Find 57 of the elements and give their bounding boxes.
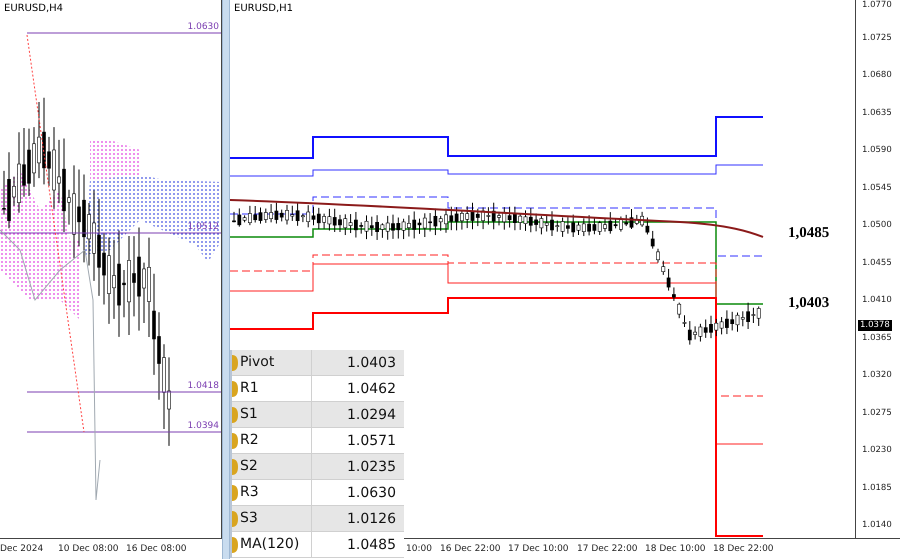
price-label: 1.0770 xyxy=(862,0,892,10)
price-label: 1.0635 xyxy=(862,108,892,118)
level-name: R2 xyxy=(238,428,312,453)
level-label: 1.0394 xyxy=(188,421,219,431)
price-annotation: 1,0403 xyxy=(788,295,830,312)
price-label: 1.0590 xyxy=(862,145,892,155)
marker-icon xyxy=(232,536,238,554)
level-name: S3 xyxy=(238,506,312,531)
level-value: 1.0235 xyxy=(346,458,397,474)
price-label: 1.0545 xyxy=(862,182,892,192)
level-name: MA(120) xyxy=(238,532,312,557)
marker-icon xyxy=(232,380,238,398)
time-label: 16 Dec 08:00 xyxy=(126,543,188,556)
level-name: Pivot xyxy=(238,350,312,375)
time-label: 17 Dec 22:00 xyxy=(577,543,639,556)
time-label: 10:00 xyxy=(406,543,433,556)
price-label: 1.0680 xyxy=(862,70,892,80)
level-name: R1 xyxy=(238,376,312,401)
level-name: S2 xyxy=(238,454,312,479)
price-label: 1.0230 xyxy=(862,445,892,455)
marker-icon xyxy=(232,458,238,476)
price-label: 1.0185 xyxy=(862,482,892,492)
price-label: 1.0140 xyxy=(862,520,892,530)
price-label: 1.0725 xyxy=(862,32,892,42)
time-label: 18 Dec 10:00 xyxy=(645,543,707,556)
level-value: 1.0126 xyxy=(346,510,397,526)
time-label: 16 Dec 22:00 xyxy=(440,543,502,556)
marker-icon xyxy=(232,406,238,424)
level-value: 1.0485 xyxy=(346,536,397,552)
time-label: Dec 2024 xyxy=(0,543,44,556)
price-label: 1.0410 xyxy=(862,295,892,305)
price-label: 1.0275 xyxy=(862,408,892,418)
level-label: 1.0418 xyxy=(188,381,219,391)
marker-icon xyxy=(232,354,238,372)
level-label: 1.0512 xyxy=(188,222,219,232)
price-label: 1.0365 xyxy=(862,332,892,342)
time-label: 18 Dec 22:00 xyxy=(713,543,775,556)
level-value: 1.0462 xyxy=(346,380,397,396)
time-label: 17 Dec 10:00 xyxy=(508,543,570,556)
level-name: R3 xyxy=(238,480,312,505)
price-label: 1.0500 xyxy=(862,220,892,230)
level-value: 1.0571 xyxy=(346,432,397,448)
current-price-tag: 1.0378 xyxy=(858,320,892,331)
chart-title: EURUSD,H1 xyxy=(234,3,294,14)
marker-icon xyxy=(232,432,238,450)
level-name: S1 xyxy=(238,402,312,427)
level-value: 1.0294 xyxy=(346,406,397,422)
price-label: 1.0320 xyxy=(862,370,892,380)
price-annotation: 1,0485 xyxy=(788,225,830,242)
level-label: 1.0630 xyxy=(188,22,219,32)
chart-title: EURUSD,H4 xyxy=(4,3,64,14)
price-label: 1.0455 xyxy=(862,258,892,268)
level-value: 1.0630 xyxy=(346,484,397,500)
time-label: 10 Dec 08:00 xyxy=(58,543,120,556)
marker-icon xyxy=(232,484,238,502)
level-value: 1.0403 xyxy=(346,354,397,370)
marker-icon xyxy=(232,510,238,528)
